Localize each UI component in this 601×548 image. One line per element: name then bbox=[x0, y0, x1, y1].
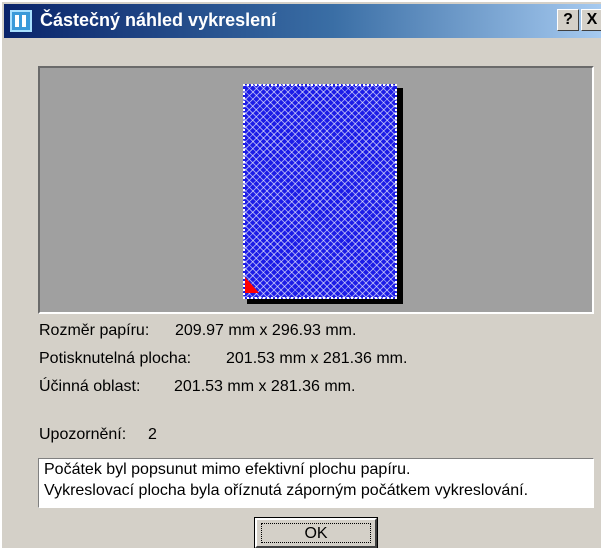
window-title: Částečný náhled vykreslení bbox=[40, 10, 277, 30]
warning-message: Počátek byl popsunut mimo efektivní ploc… bbox=[44, 461, 411, 478]
help-button[interactable]: ? bbox=[557, 9, 579, 31]
paper-preview bbox=[243, 84, 397, 299]
effective-area-label: Účinná oblast: bbox=[39, 378, 141, 395]
printable-area-label: Potisknutelná plocha: bbox=[39, 350, 192, 367]
origin-marker-icon bbox=[245, 277, 259, 293]
close-icon: X bbox=[586, 11, 598, 28]
warnings-label: Upozornění: bbox=[39, 426, 127, 443]
printable-area-value: 201.53 mm x 281.36 mm. bbox=[226, 350, 408, 367]
help-icon: ? bbox=[563, 11, 573, 28]
warning-message: Vykreslovací plocha byla oříznutá záporn… bbox=[44, 482, 529, 499]
title-bar[interactable]: Částečný náhled vykreslení ? X bbox=[4, 4, 601, 38]
ok-button[interactable]: OK bbox=[254, 517, 378, 548]
paper-size-value: 209.97 mm x 296.93 mm. bbox=[175, 322, 357, 339]
warnings-count: 2 bbox=[148, 426, 157, 443]
app-icon bbox=[10, 10, 32, 32]
print-preview-dialog: Částečný náhled vykreslení ? X Rozměr pa… bbox=[0, 0, 601, 548]
effective-area-value: 201.53 mm x 281.36 mm. bbox=[174, 378, 356, 395]
close-button[interactable]: X bbox=[581, 9, 601, 31]
warnings-list[interactable]: Počátek byl popsunut mimo efektivní ploc… bbox=[38, 458, 594, 508]
ok-button-label: OK bbox=[261, 523, 371, 543]
preview-area bbox=[38, 66, 594, 314]
paper-size-label: Rozměr papíru: bbox=[39, 322, 150, 339]
